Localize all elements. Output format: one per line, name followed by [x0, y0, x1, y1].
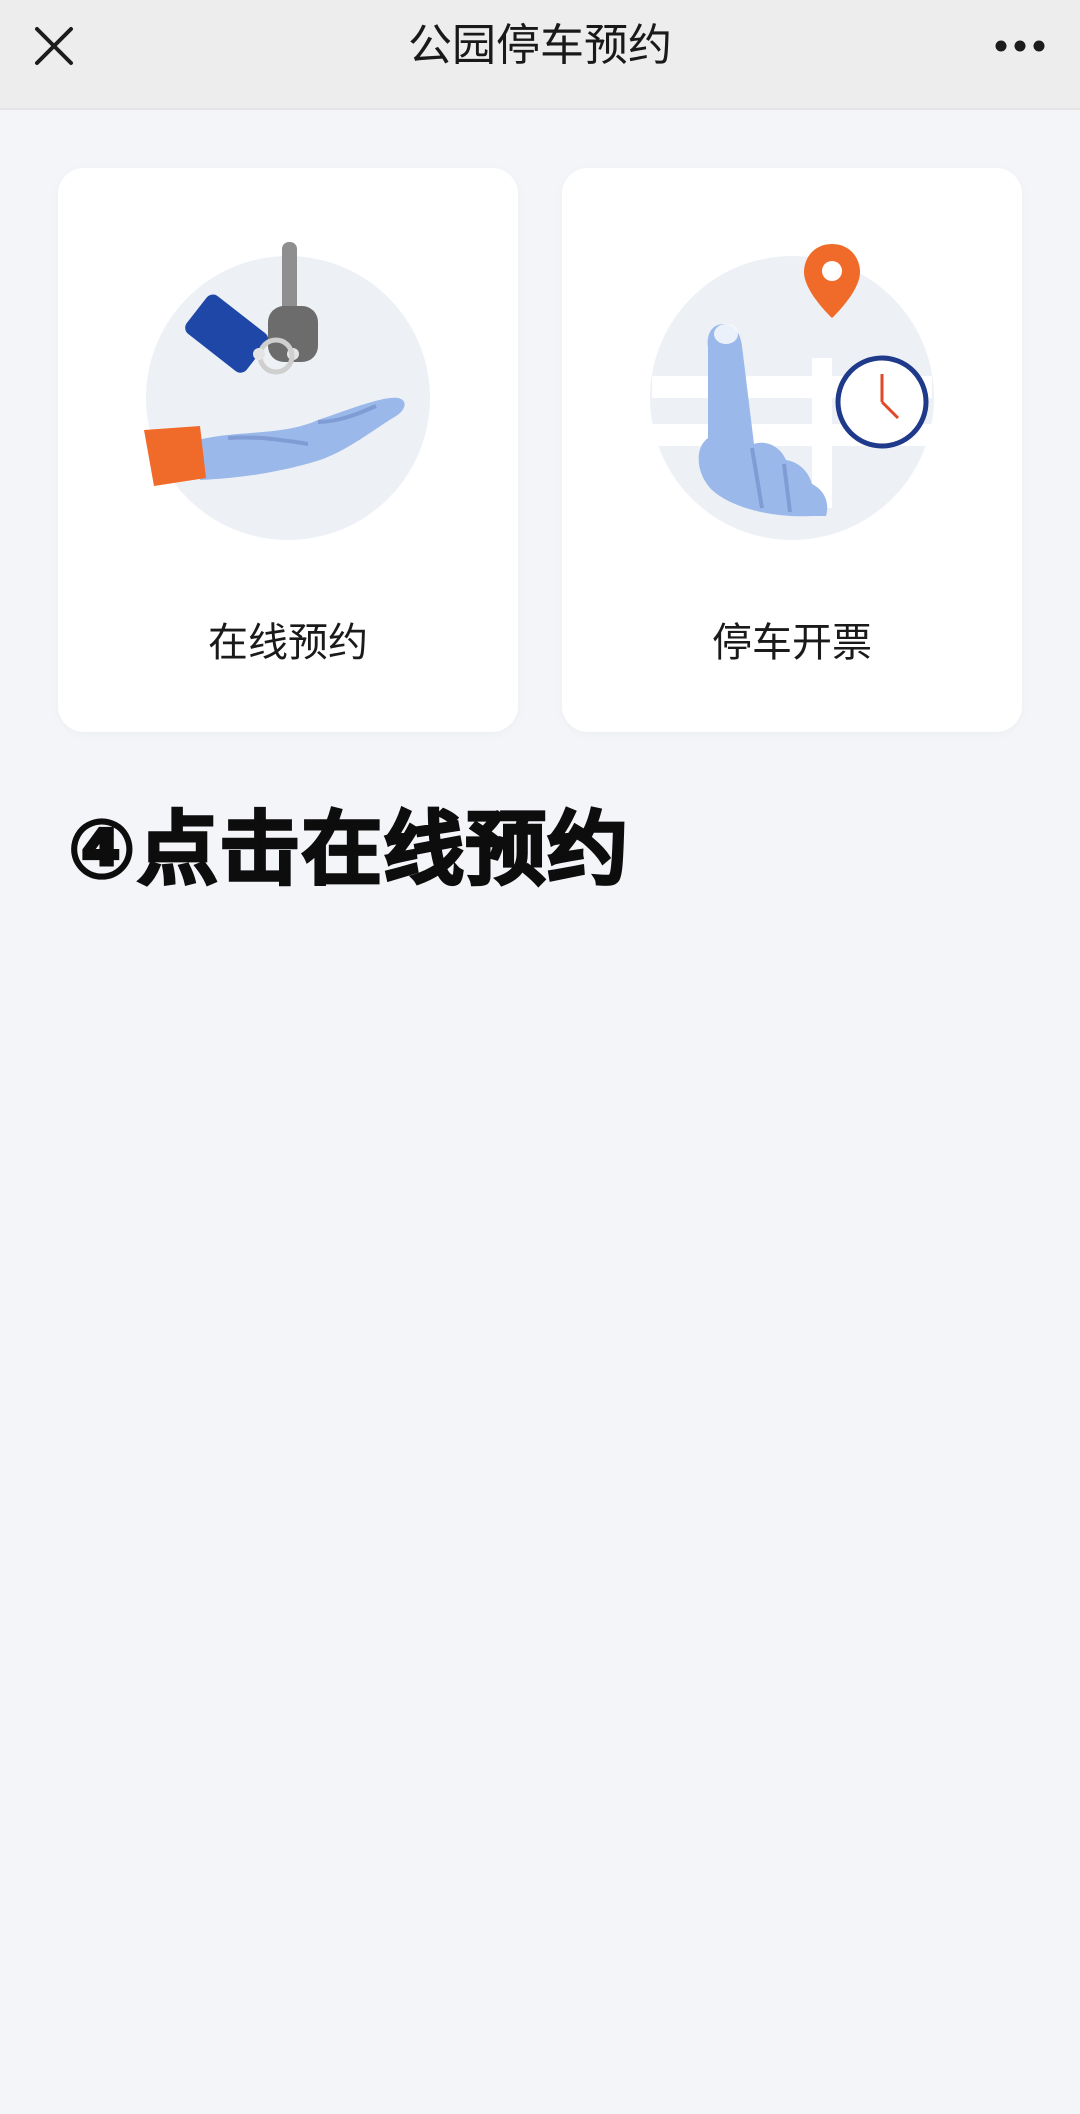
- more-dots-icon: [995, 40, 1045, 52]
- top-bar: 公园停车预约: [0, 0, 1080, 110]
- hand-with-keys-illustration: [144, 242, 430, 540]
- instruction-text: ④点击在线预约: [67, 802, 630, 898]
- parking-invoice-label: 停车开票: [712, 620, 872, 666]
- online-reservation-label: 在线预约: [208, 620, 368, 666]
- parking-invoice-card[interactable]: 停车开票: [562, 168, 1022, 732]
- page-title: 公园停车预约: [408, 20, 672, 71]
- more-button[interactable]: [988, 18, 1052, 74]
- online-reservation-card[interactable]: 在线预约: [58, 168, 518, 732]
- finger-location-clock-illustration: [650, 244, 934, 540]
